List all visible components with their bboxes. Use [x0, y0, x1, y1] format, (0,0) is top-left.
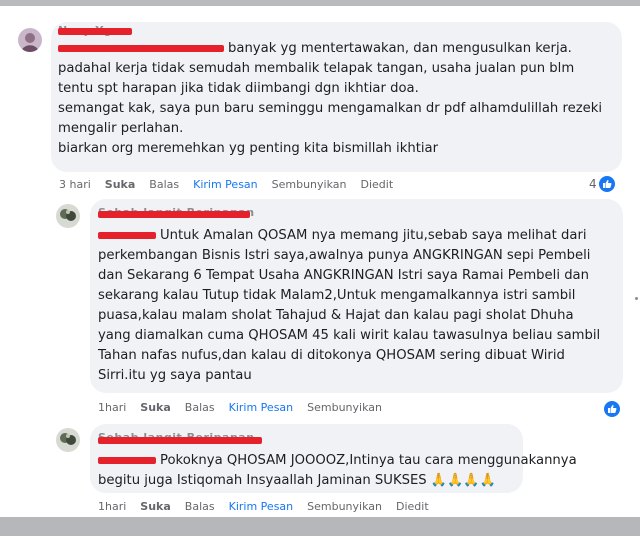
- top-frame-bar: [0, 0, 640, 6]
- reply-button[interactable]: Balas: [185, 401, 215, 414]
- reply-line-1: Pokoknya QHOSAM JOOOOZ,Intinya tau cara …: [98, 451, 577, 471]
- comment-line-4: semangat kak, saya pun baru seminggu men…: [58, 101, 603, 116]
- hide-button[interactable]: Sembunyikan: [272, 178, 347, 191]
- comment-line-1: banyak yg mentertawakan, dan mengusulkan…: [58, 39, 602, 59]
- reply-line-1: Untuk Amalan QOSAM nya memang jitu,sebab…: [98, 226, 600, 246]
- comment-line-2: padahal kerja tidak semudah membalik tel…: [58, 61, 575, 76]
- reply-text: Untuk Amalan QOSAM nya memang jitu,sebab…: [98, 226, 600, 386]
- hide-button[interactable]: Sembunyikan: [307, 401, 382, 414]
- edited-label[interactable]: Diedit: [361, 178, 394, 191]
- timestamp[interactable]: 1hari: [98, 500, 126, 513]
- reply-line-8: Sirri.itu yg saya pantau: [98, 368, 252, 383]
- comment-line-3: tentu spt harapan jika tidak diimbangi d…: [58, 81, 419, 96]
- hide-button[interactable]: Sembunyikan: [307, 500, 382, 513]
- reply-line-2: perkembangan Bisnis Istri saya,awalnya p…: [98, 248, 591, 263]
- comment-line-5: mengalir perlahan.: [58, 121, 184, 136]
- like-reaction-icon: [604, 401, 620, 417]
- name-redaction: [98, 211, 250, 218]
- like-button[interactable]: Suka: [140, 500, 171, 513]
- reaction-count: 4: [589, 177, 597, 191]
- reply-actions: 1hari Suka Balas Kirim Pesan Sembunyikan: [98, 401, 396, 414]
- mention-redaction[interactable]: [98, 231, 156, 239]
- send-message-button[interactable]: Kirim Pesan: [229, 500, 294, 513]
- replier-avatar[interactable]: [56, 428, 80, 452]
- reply-line-7: Tahan nafas nufus,dan kalau di ditokonya…: [98, 348, 565, 363]
- name-redaction: [58, 28, 132, 35]
- bottom-frame-bar: [0, 517, 640, 536]
- reply-line-2: begitu juga Istiqomah Insyaallah Jaminan…: [98, 473, 496, 488]
- timestamp[interactable]: 1hari: [98, 401, 126, 414]
- reply-line-3: dan Sekarang 6 Tempat Usaha ANGKRINGAN I…: [98, 268, 589, 283]
- pray-emoji: 🙏🙏🙏🙏: [430, 473, 496, 488]
- timestamp[interactable]: 3 hari: [59, 178, 91, 191]
- mention-redaction[interactable]: [98, 456, 156, 464]
- name-redaction: [98, 437, 262, 444]
- like-button[interactable]: Suka: [140, 401, 171, 414]
- reply-button[interactable]: Balas: [149, 178, 179, 191]
- like-button[interactable]: Suka: [105, 178, 136, 191]
- send-message-button[interactable]: Kirim Pesan: [193, 178, 258, 191]
- reply-line-5: puasa,kalau malam sholat Tahajud & Hajat…: [98, 308, 574, 323]
- comment-line-6: biarkan org meremehkan yg penting kita b…: [58, 141, 439, 156]
- reaction-summary[interactable]: 4: [589, 176, 615, 192]
- comment-actions: 3 hari Suka Balas Kirim Pesan Sembunyika…: [59, 178, 407, 191]
- send-message-button[interactable]: Kirim Pesan: [229, 401, 294, 414]
- side-dot: [635, 297, 638, 300]
- like-reaction-icon: [598, 176, 615, 192]
- edited-label[interactable]: Diedit: [396, 500, 429, 513]
- reply-button[interactable]: Balas: [185, 500, 215, 513]
- mention-redaction[interactable]: [58, 44, 224, 52]
- replier-avatar[interactable]: [56, 204, 80, 228]
- reply-line-6: yang diamalkan cuma QHOSAM 45 kali wirit…: [98, 328, 601, 343]
- reply-text: Pokoknya QHOSAM JOOOOZ,Intinya tau cara …: [98, 451, 577, 491]
- reply-actions: 1hari Suka Balas Kirim Pesan Sembunyikan…: [98, 500, 443, 513]
- reply-line-4: sekarang kalau Tutup tidak Malam2,Untuk …: [98, 288, 576, 303]
- comment-text: banyak yg mentertawakan, dan mengusulkan…: [58, 39, 602, 159]
- reaction-summary[interactable]: [602, 401, 620, 417]
- commenter-avatar[interactable]: [18, 28, 42, 52]
